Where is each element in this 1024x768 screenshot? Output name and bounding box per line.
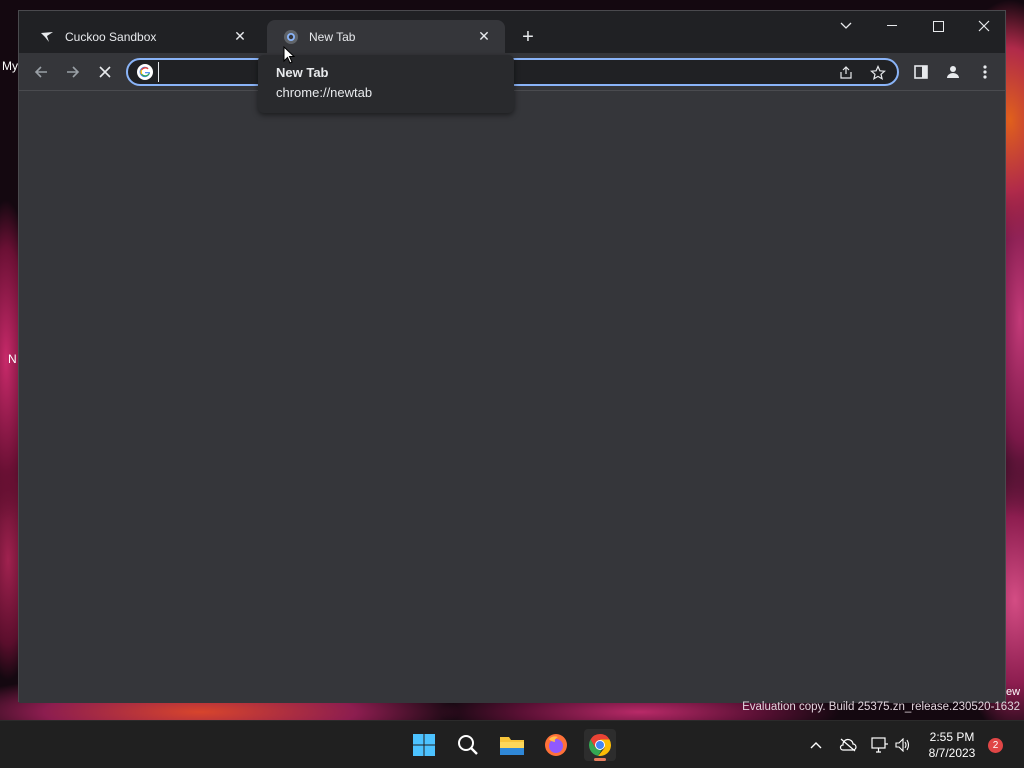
maximize-button[interactable] [915, 11, 961, 41]
side-panel-icon [914, 65, 928, 79]
close-icon[interactable]: ✕ [475, 28, 493, 46]
minimize-icon [887, 25, 897, 26]
tab-new-tab[interactable]: New Tab ✕ [267, 20, 505, 53]
desktop-icon-label[interactable]: N [8, 352, 17, 366]
close-icon [99, 66, 111, 78]
close-window-button[interactable] [961, 11, 1007, 41]
menu-button[interactable] [972, 59, 998, 85]
bookmark-button[interactable] [865, 60, 891, 86]
clock-time: 2:55 PM [929, 730, 975, 744]
search-icon[interactable] [452, 729, 484, 761]
chrome-icon[interactable] [584, 729, 616, 761]
minimize-button[interactable] [869, 11, 915, 41]
tab-title: Cuckoo Sandbox [65, 29, 157, 44]
page-content [19, 92, 1005, 703]
mouse-pointer-icon [283, 46, 295, 64]
tab-cuckoo-sandbox[interactable]: Cuckoo Sandbox ✕ [23, 20, 261, 53]
windows-start-icon[interactable] [408, 729, 440, 761]
maximize-icon [932, 20, 944, 32]
notification-badge[interactable]: 2 [988, 738, 1003, 753]
more-vertical-icon [983, 65, 987, 79]
browser-window: Cuckoo Sandbox ✕ New Tab ✕ + [18, 10, 1006, 703]
tab-title: New Tab [309, 29, 356, 44]
forward-button[interactable] [60, 59, 86, 85]
close-icon[interactable]: ✕ [231, 28, 249, 46]
arrow-left-icon [34, 66, 47, 78]
profile-button[interactable] [940, 59, 966, 85]
clock-date: 8/7/2023 [928, 746, 976, 760]
arrow-right-icon [67, 66, 80, 78]
share-button[interactable] [833, 60, 859, 86]
star-icon [870, 65, 886, 81]
evaluation-watermark: Evaluation copy. Build 25375.zn_release.… [742, 701, 1020, 713]
side-panel-button[interactable] [908, 59, 934, 85]
firefox-icon[interactable] [540, 729, 572, 761]
tooltip-title: New Tab [276, 65, 329, 80]
tab-strip: Cuckoo Sandbox ✕ New Tab ✕ + [19, 11, 1005, 53]
close-icon [978, 20, 990, 32]
chevron-down-icon [840, 22, 852, 29]
google-icon [137, 64, 153, 80]
system-clock[interactable]: 2:55 PM 8/7/2023 [920, 729, 984, 761]
network-icon[interactable] [870, 735, 890, 755]
file-explorer-icon[interactable] [496, 729, 528, 761]
volume-icon[interactable] [893, 735, 913, 755]
new-tab-button[interactable]: + [517, 26, 539, 48]
cuckoo-icon [39, 29, 55, 45]
share-icon [840, 66, 852, 79]
profile-icon [947, 66, 959, 78]
chevron-up-icon[interactable] [806, 735, 826, 755]
active-app-indicator [594, 758, 606, 761]
desktop-icon-label[interactable]: ew [1006, 686, 1020, 698]
chrome-newtab-icon [283, 29, 299, 45]
back-button[interactable] [28, 59, 54, 85]
tab-hover-tooltip: New Tab chrome://newtab [258, 55, 514, 113]
tab-search-button[interactable] [823, 11, 869, 41]
taskbar: 2:55 PM 8/7/2023 2 [0, 720, 1024, 768]
desktop-icon-label[interactable]: My [2, 59, 18, 73]
onedrive-offline-icon[interactable] [838, 735, 858, 755]
tooltip-url: chrome://newtab [276, 85, 373, 100]
stop-loading-button[interactable] [92, 59, 118, 85]
